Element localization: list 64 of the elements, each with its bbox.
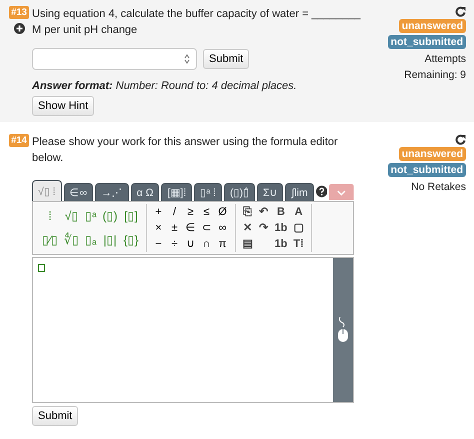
symbol-button[interactable]: ± [166,220,182,236]
attempts-note: No Retakes [411,180,466,195]
symbol-button[interactable]: (▯) [99,204,120,228]
symbol-button[interactable]: ≥ [182,204,198,220]
symbol-button[interactable]: T⁞ [290,236,307,252]
symbol-button[interactable]: |▯| [99,228,120,252]
attempts-note: Attempts Remaining: 9 [403,52,466,83]
symbol-button[interactable]: 1b [272,236,290,252]
status-badge: not_submitted [388,35,466,49]
editor-tab[interactable]: →⋰ [95,183,129,201]
symbol-button[interactable]: ▯ᵃ [82,204,100,228]
question-number: #14 [9,134,29,147]
editor-tab[interactable]: ∫lim [285,183,314,201]
symbol-button[interactable]: B [272,204,290,220]
symbol-button[interactable]: ∪ [182,236,198,252]
symbol-button[interactable]: ÷ [166,236,182,252]
symbol-button[interactable]: ▤ [240,236,256,252]
symbol-button[interactable]: ∩ [198,236,214,252]
symbol-button[interactable]: ▢ [290,220,307,236]
status-badge: unanswered [398,147,466,161]
symbol-button[interactable]: {▯} [120,228,142,252]
symbol-button[interactable]: √▯ [61,204,82,228]
refresh-icon[interactable] [455,6,466,17]
editor-tab[interactable]: α Ω [130,183,160,201]
question-number: #13 [9,6,29,19]
symbol-button[interactable]: 1b [272,220,290,236]
editor-tab[interactable]: (▯)▯̂ [224,183,255,201]
spinner-icon [184,54,190,64]
submit-button[interactable]: Submit [203,49,250,69]
symbol-button[interactable]: × [150,220,166,236]
show-hint-button[interactable]: Show Hint [32,96,94,116]
answer-field[interactable] [32,48,197,70]
symbol-button[interactable]: ∞ [214,220,230,236]
editor-tab[interactable]: ▯ᵃ ⁞ [194,183,222,201]
editor-tab[interactable]: Σ∪ [256,183,284,201]
editor-tab[interactable]: [▦]⁞ [161,183,192,201]
symbol-button[interactable]: ≤ [198,204,214,220]
symbol-button[interactable]: ⎘ [240,204,256,220]
symbol-button[interactable]: ▯⁄▯ [39,228,62,252]
symbol-button[interactable]: / [166,204,182,220]
status-badge: unanswered [398,19,466,33]
symbol-button[interactable]: + [150,204,166,220]
answer-format-text: Answer format: Number: Round to: 4 decimal places. [32,80,298,92]
symbol-button[interactable]: Ø [214,204,230,220]
symbol-button[interactable]: A [290,204,307,220]
symbol-button[interactable]: ∈ [182,220,198,236]
symbol-button[interactable]: π [214,236,230,252]
status-badge: not_submitted [388,163,466,177]
refresh-icon[interactable] [455,134,466,145]
editor-tab[interactable]: ∈∞ [64,183,94,201]
symbol-button[interactable]: ⊂ [198,220,214,236]
symbol-button[interactable]: ⁞ [39,204,62,228]
question-text: Please show your work for this answer using the formula editor below. [32,135,339,166]
symbol-button[interactable]: ↷ [256,220,272,236]
plus-circle-icon[interactable] [14,23,24,34]
question-text: Using equation 4, calculate the buffer capacity of water = ________ M per unit pH change [32,7,362,38]
symbol-button[interactable]: − [150,236,166,252]
symbol-button[interactable]: [▯] [120,204,142,228]
symbol-button[interactable]: ∜▯ [61,228,82,252]
symbol-button[interactable]: ▯ₐ [82,228,100,252]
submit-button[interactable]: Submit [32,406,78,426]
symbol-button[interactable]: ↶ [256,204,272,220]
help-icon[interactable] [316,185,328,198]
symbol-button[interactable]: ✕ [240,220,256,236]
